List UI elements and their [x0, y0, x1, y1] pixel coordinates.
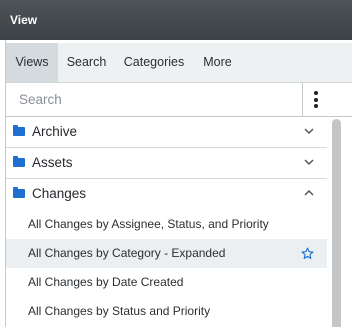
view-item[interactable]: All Changes by Status and Priority: [6, 297, 327, 326]
category-label: Assets: [32, 155, 73, 170]
category-label: Changes: [32, 186, 87, 201]
tab-search[interactable]: Search: [58, 43, 115, 82]
panel-title: View: [0, 0, 352, 40]
view-item[interactable]: All Changes by Assignee, Status, and Pri…: [6, 210, 327, 239]
view-item-label: All Changes by Status and Priority: [28, 304, 211, 318]
tab-views[interactable]: Views: [6, 43, 58, 82]
star-outline-icon[interactable]: [301, 247, 314, 260]
chevron-down-icon: [304, 159, 314, 166]
chevron-down-icon: [304, 128, 314, 135]
category-assets[interactable]: Assets: [6, 148, 327, 179]
search-bar: [6, 83, 352, 117]
vertical-ellipsis-icon[interactable]: [302, 83, 328, 116]
folder-icon: [13, 156, 25, 167]
tab-more[interactable]: More: [193, 43, 242, 82]
category-archive[interactable]: Archive: [6, 117, 327, 148]
folder-icon: [13, 125, 25, 136]
view-item-label: All Changes by Assignee, Status, and Pri…: [28, 217, 269, 231]
view-item-label: All Changes by Category - Expanded: [28, 246, 226, 260]
views-list: Archive Assets Changes All Changes by As…: [6, 117, 327, 327]
tab-bar: Views Search Categories More: [6, 43, 352, 83]
scrollbar-thumb[interactable]: [332, 119, 341, 327]
search-input[interactable]: [6, 83, 302, 116]
view-item[interactable]: All Changes by Date Created: [6, 268, 327, 297]
tab-categories[interactable]: Categories: [115, 43, 193, 82]
view-panel: View Views Search Categories More Archiv…: [0, 0, 352, 327]
view-item-label: All Changes by Date Created: [28, 275, 184, 289]
folder-icon: [13, 187, 25, 198]
panel-body: Views Search Categories More Archive: [5, 40, 352, 327]
view-item[interactable]: All Changes by Category - Expanded: [6, 239, 327, 268]
chevron-up-icon: [304, 189, 314, 196]
category-label: Archive: [32, 124, 78, 139]
category-changes[interactable]: Changes: [6, 179, 327, 210]
scrollbar[interactable]: [327, 117, 352, 327]
